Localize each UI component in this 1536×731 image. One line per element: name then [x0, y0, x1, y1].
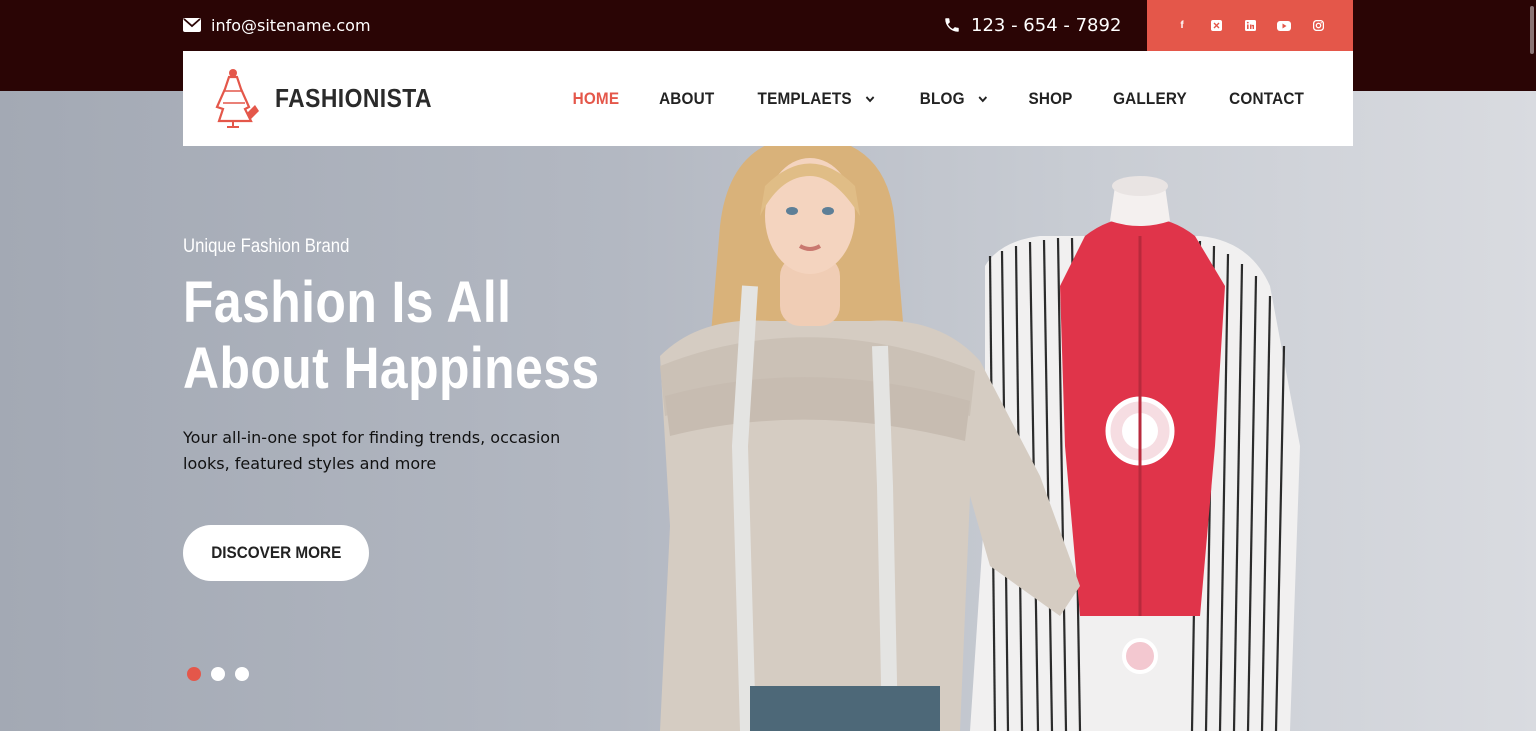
instagram-icon[interactable]	[1310, 18, 1326, 34]
nav-item-label: TEMPLAETS	[757, 88, 852, 108]
slider-dots	[187, 667, 249, 681]
slider-dot-2[interactable]	[211, 667, 225, 681]
hero-eyebrow: Unique Fashion Brand	[183, 236, 350, 257]
facebook-icon[interactable]: f	[1174, 18, 1190, 34]
site-logo[interactable]: FASHIONISTA	[211, 67, 453, 129]
chevron-down-icon	[865, 95, 875, 102]
linkedin-icon[interactable]	[1242, 18, 1258, 34]
hero-description: Your all-in-one spot for finding trends,…	[183, 428, 561, 473]
youtube-icon[interactable]	[1276, 18, 1292, 34]
chevron-down-icon	[978, 95, 987, 102]
envelope-icon	[183, 18, 201, 32]
brand-name: FASHIONISTA	[275, 82, 432, 113]
x-twitter-icon[interactable]	[1208, 18, 1224, 34]
contact-email-text: info@sitename.com	[211, 15, 371, 35]
hero-headline-line-1: Fashion Is All	[183, 270, 512, 335]
hero-headline: Fashion Is All About Happiness	[183, 270, 600, 402]
discover-more-button[interactable]: DISCOVER MORE	[183, 525, 369, 581]
page-scrollbar[interactable]	[1528, 0, 1536, 731]
contact-phone[interactable]: 123 - 654 - 7892	[943, 12, 1121, 38]
page: Unique Fashion Brand Fashion Is All Abou…	[0, 0, 1536, 731]
hero-headline-line-2: About Happiness	[183, 336, 600, 401]
site-header: FASHIONISTA HOME ABOUT TEMPLAETS BLOG SH…	[183, 51, 1353, 146]
social-links: f	[1147, 0, 1353, 51]
nav-item-templaets[interactable]: TEMPLAETS	[758, 89, 876, 109]
nav-item-label: SHOP	[1028, 88, 1073, 108]
nav-item-label: BLOG	[919, 88, 965, 108]
nav-item-contact[interactable]: CONTACT	[1229, 89, 1304, 109]
nav-item-label: GALLERY	[1112, 88, 1187, 108]
scrollbar-thumb[interactable]	[1530, 6, 1534, 54]
discover-more-label: DISCOVER MORE	[210, 543, 342, 562]
main-nav: HOME ABOUT TEMPLAETS BLOG SHOP GALLERY C…	[570, 51, 1308, 146]
slider-dot-3[interactable]	[235, 667, 249, 681]
slider-dot-1[interactable]	[187, 667, 201, 681]
nav-item-label: ABOUT	[658, 88, 715, 108]
nav-item-label: CONTACT	[1228, 88, 1304, 108]
dress-form-logo-icon	[215, 69, 259, 128]
nav-item-about[interactable]: ABOUT	[659, 89, 714, 109]
phone-icon	[945, 18, 959, 32]
nav-item-shop[interactable]: SHOP	[1028, 89, 1072, 109]
hero-image	[660, 146, 1300, 731]
contact-phone-text: 123 - 654 - 7892	[971, 14, 1122, 36]
nav-item-label: HOME	[572, 88, 620, 108]
nav-item-blog[interactable]: BLOG	[920, 89, 988, 109]
hero-section: Unique Fashion Brand Fashion Is All Abou…	[0, 91, 1536, 731]
contact-email[interactable]: info@sitename.com	[183, 14, 371, 36]
nav-item-gallery[interactable]: GALLERY	[1113, 89, 1187, 109]
nav-item-home[interactable]: HOME	[572, 89, 619, 109]
